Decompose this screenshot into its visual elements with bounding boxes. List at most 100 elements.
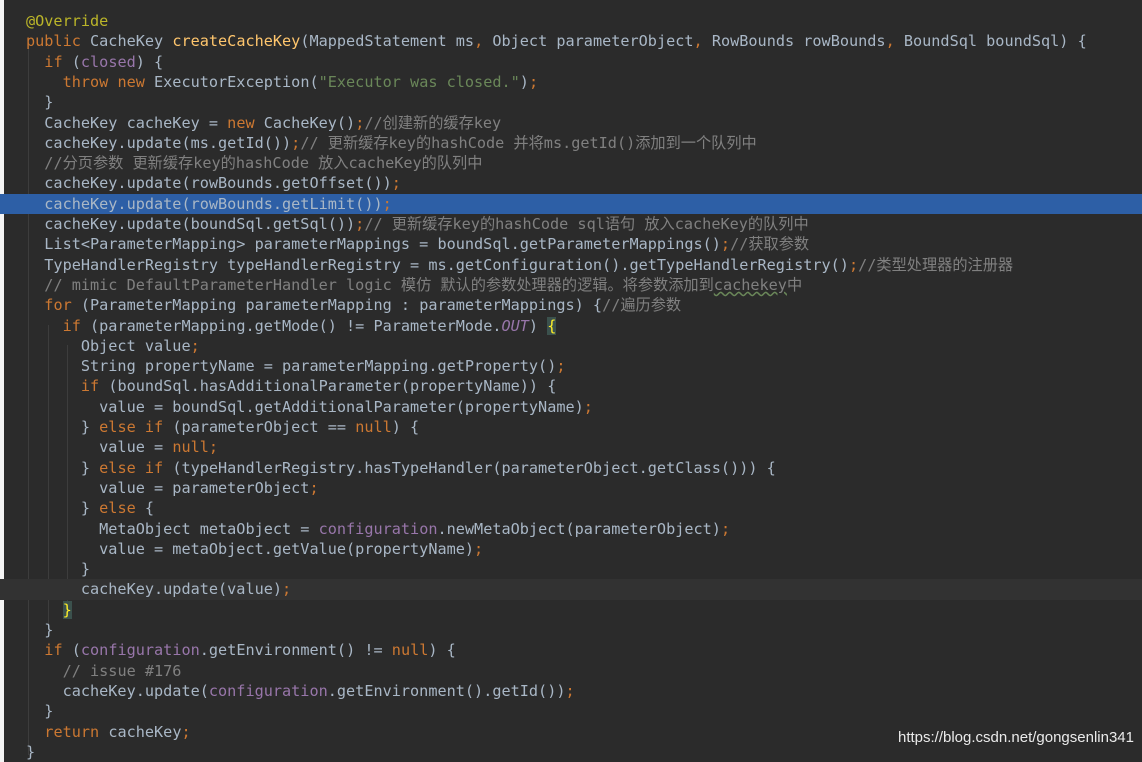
code-line[interactable]: value = boundSql.getAdditionalParameter(… (0, 397, 1142, 417)
code-token: ) (528, 316, 548, 335)
code-token: null (355, 418, 392, 436)
code-token: RowBounds rowBounds (711, 32, 886, 51)
code-editor[interactable]: @Override public CacheKey createCacheKey(… (0, 0, 1142, 762)
code-token: ; (282, 580, 292, 599)
code-token: value = metaObject.getValue(propertyName… (26, 539, 475, 558)
code-line[interactable]: public CacheKey createCacheKey(MappedSta… (0, 31, 1142, 51)
code-token: ) { (135, 52, 164, 71)
code-line[interactable]: // mimic DefaultParameterHandler logic 模… (0, 275, 1142, 295)
code-line[interactable]: } (0, 620, 1142, 640)
code-token: //类型处理器的注册器 (858, 255, 1014, 274)
code-token: } (62, 600, 72, 619)
code-line[interactable]: value = metaObject.getValue(propertyName… (0, 539, 1142, 559)
code-token: else if (99, 418, 173, 436)
code-line[interactable]: } else { (0, 498, 1142, 518)
code-token: , (885, 32, 904, 51)
code-line[interactable]: //分页参数 更新缓存key的hashCode 放入cacheKey的队列中 (0, 153, 1142, 173)
code-token: "Executor was closed." (318, 72, 520, 91)
code-token: Object parameterObject (492, 32, 694, 51)
code-line[interactable]: throw new ExecutorException("Executor wa… (0, 72, 1142, 92)
code-line[interactable]: for (ParameterMapping parameterMapping :… (0, 295, 1142, 315)
code-line[interactable]: cacheKey.update(configuration.getEnviron… (0, 681, 1142, 701)
code-line[interactable]: value = parameterObject; (0, 478, 1142, 498)
code-line[interactable]: } (0, 559, 1142, 579)
code-token: value = parameterObject (26, 478, 310, 497)
code-token: cacheKey.update(rowBounds.getLimit()) (26, 194, 383, 213)
code-token: new (227, 113, 264, 132)
code-line[interactable]: cacheKey.update(value); (0, 579, 1142, 600)
code-token: , (693, 32, 712, 51)
code-token: (ParameterMapping parameterMapping : par… (80, 296, 603, 315)
code-token: cacheKey.update(boundSql.getSql()) (26, 215, 356, 233)
code-token: null; (172, 438, 219, 457)
code-line[interactable]: } (0, 600, 1142, 620)
code-line[interactable]: cacheKey.update(rowBounds.getLimit()); (0, 193, 1142, 214)
code-token: } (26, 93, 54, 112)
code-token: ; (190, 336, 200, 355)
code-token: ; (291, 133, 301, 152)
code-token: (MappedStatement ms (300, 32, 475, 51)
code-line[interactable]: if (configuration.getEnvironment() != nu… (0, 640, 1142, 660)
code-token: if (80, 377, 109, 396)
code-line[interactable]: } else if (typeHandlerRegistry.hasTypeHa… (0, 458, 1142, 478)
code-line[interactable]: cacheKey.update(boundSql.getSql());// 更新… (0, 214, 1142, 234)
code-line[interactable]: TypeHandlerRegistry typeHandlerRegistry … (0, 255, 1142, 275)
code-token: ; (355, 113, 365, 132)
code-token: //创建新的缓存key (364, 113, 502, 132)
code-line[interactable]: } (0, 701, 1142, 721)
code-line[interactable]: } (0, 92, 1142, 112)
code-token: // 更新缓存key的hashCode 并将ms.getId()添加到一个队列中 (300, 133, 757, 152)
code-line[interactable]: if (closed) { (0, 52, 1142, 72)
code-line[interactable]: List<ParameterMapping> parameterMappings… (0, 234, 1142, 254)
code-token: closed (80, 52, 136, 71)
code-token: ( (71, 52, 81, 71)
code-token: cacheKey (108, 722, 182, 741)
code-token: configuration (318, 519, 438, 538)
code-token: createCacheKey (172, 32, 301, 51)
code-token: CacheKey (90, 32, 173, 51)
code-line[interactable]: if (boundSql.hasAdditionalParameter(prop… (0, 376, 1142, 396)
code-line[interactable]: MetaObject metaObject = configuration.ne… (0, 519, 1142, 539)
code-token: List<ParameterMapping> parameterMappings… (26, 235, 721, 254)
code-token: value = boundSql.getAdditionalParameter(… (26, 397, 584, 416)
code-line[interactable]: cacheKey.update(rowBounds.getOffset()); (0, 173, 1142, 193)
code-token: .getEnvironment().getId()) (327, 681, 566, 700)
code-token: cacheKey.update(value) (26, 580, 283, 599)
code-token: if (44, 52, 72, 71)
code-token: value = (26, 438, 173, 457)
code-line[interactable]: // issue #176 (0, 661, 1142, 681)
code-line[interactable]: if (parameterMapping.getMode() != Parame… (0, 316, 1142, 336)
code-line[interactable]: String propertyName = parameterMapping.g… (0, 356, 1142, 376)
code-token: (parameterMapping.getMode() != Parameter… (90, 316, 502, 335)
code-token: } (26, 742, 36, 761)
code-token: ; (720, 235, 731, 254)
code-token: //获取参数 (730, 235, 810, 254)
code-token: ; (583, 397, 593, 416)
code-line[interactable]: @Override (0, 11, 1142, 31)
code-token: ; (309, 478, 319, 497)
code-line[interactable]: CacheKey cacheKey = new CacheKey();//创建新… (0, 113, 1142, 133)
code-token: ; (848, 255, 859, 274)
code-token: (typeHandlerRegistry.hasTypeHandler(para… (172, 458, 776, 477)
code-line[interactable]: value = null; (0, 437, 1142, 457)
code-token: 中 (786, 275, 803, 294)
code-line[interactable]: cacheKey.update(ms.getId());// 更新缓存key的h… (0, 133, 1142, 153)
code-token: TypeHandlerRegistry typeHandlerRegistry … (26, 255, 849, 274)
code-line[interactable]: } else if (parameterObject == null) { (0, 417, 1142, 437)
code-token: ( (71, 641, 81, 660)
code-token: ) { (391, 418, 420, 436)
code-line[interactable]: Object value; (0, 336, 1142, 356)
code-token: (boundSql.hasAdditionalParameter(propert… (108, 377, 557, 396)
code-token: ; (565, 681, 575, 700)
code-token: cacheKey.update(ms.getId()) (26, 133, 292, 152)
